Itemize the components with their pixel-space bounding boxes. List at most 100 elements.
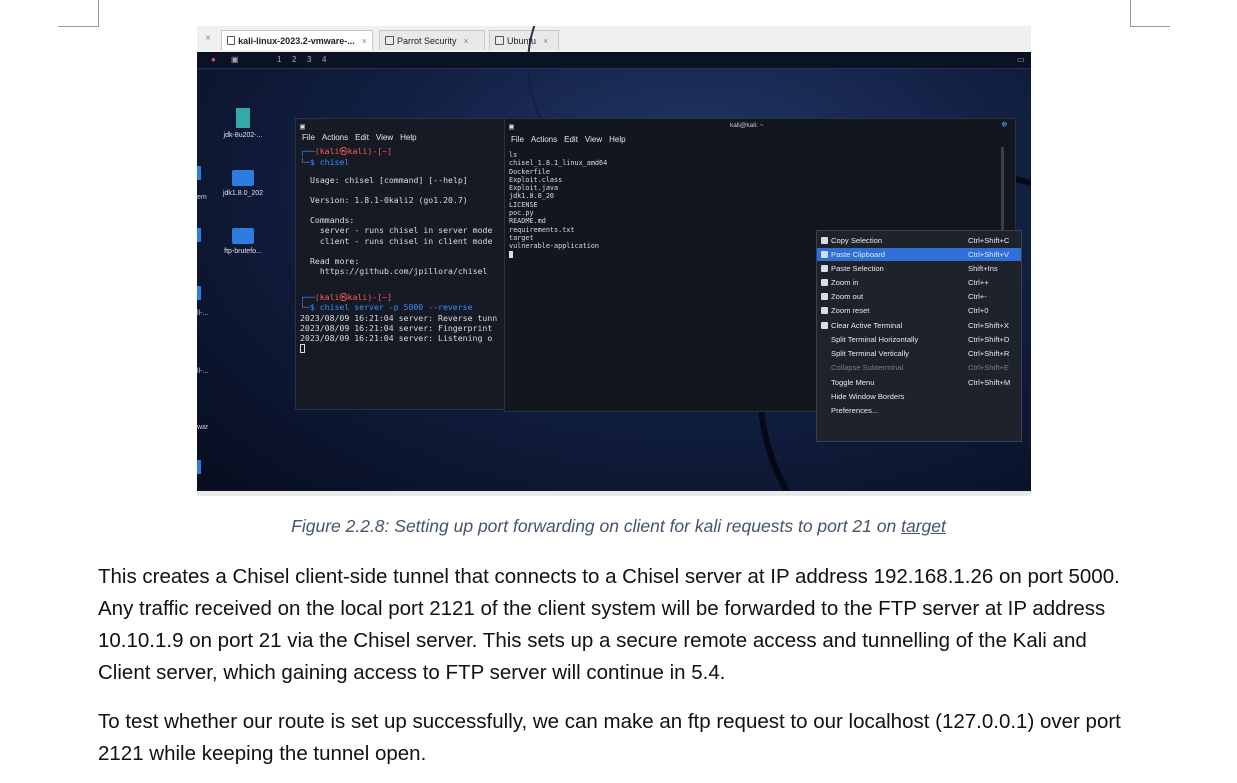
output-line: vulnerable-application	[509, 242, 600, 251]
vm-icon	[227, 36, 236, 45]
folder-icon	[232, 170, 254, 186]
vm-icon	[495, 36, 504, 45]
menu-help[interactable]: Help	[400, 133, 416, 142]
menu-item-paste-clipboard[interactable]: Paste Clipboard Ctrl+Shift+V	[817, 248, 1021, 261]
menu-actions[interactable]: Actions	[322, 133, 348, 142]
tab-label: kali-linux-2023.2-vmware-...	[238, 35, 355, 46]
zoom-in-icon	[821, 279, 828, 286]
terminal-output: ┌──(kali㉿kali)-[~] └─$ chisel Usage: chi…	[296, 143, 524, 356]
menu-view[interactable]: View	[585, 135, 602, 144]
menu-file[interactable]: File	[511, 135, 524, 144]
desktop-icon-jdk-archive[interactable]: jdk-8u202-...	[213, 108, 273, 139]
terminal-context-menu: Copy Selection Ctrl+Shift+C Paste Clipboa…	[816, 230, 1022, 442]
clear-icon	[821, 322, 828, 329]
desktop-icon-label: jdk1.8.0_202	[222, 190, 264, 197]
output-line: Commands:	[310, 215, 355, 226]
close-icon[interactable]: ×	[362, 36, 367, 46]
edge-label: war	[197, 424, 209, 431]
terminal-icon: ▣	[509, 121, 514, 131]
folder-icon	[197, 460, 201, 474]
cursor	[509, 251, 607, 259]
log-line: 2023/08/09 16:21:04 server: Listening o	[300, 333, 493, 344]
folder-icon	[197, 166, 201, 180]
scrollbar[interactable]	[1001, 147, 1004, 237]
terminal-menubar: File Actions Edit View Help	[511, 135, 633, 145]
folder-icon	[197, 286, 201, 300]
firefox-icon[interactable]: ●	[211, 55, 216, 64]
vm-status-strip	[197, 491, 1031, 496]
menu-item-zoom-in[interactable]: Zoom in Ctrl++	[817, 276, 1021, 289]
output-line: Exploit.java	[509, 184, 559, 193]
workspace-2[interactable]: 2	[292, 55, 296, 64]
menu-view[interactable]: View	[376, 133, 393, 142]
output-line: jdk1.8.0_20	[509, 192, 555, 201]
output-line: client - runs chisel in client mode	[310, 235, 493, 246]
close-icon[interactable]: ⊗	[1002, 120, 1007, 130]
tab-parrot[interactable]: Parrot Security ×	[379, 30, 485, 50]
terminal-window-chisel[interactable]: ▣ File Actions Edit View Help ┌──(kali㉿kali)…	[295, 118, 525, 410]
menu-item-clear-active-terminal[interactable]: Clear Active Terminal Ctrl+Shift+X	[817, 319, 1021, 332]
window-icon[interactable]: ▭	[1017, 55, 1025, 64]
workspace-3[interactable]: 3	[307, 55, 311, 64]
close-icon[interactable]: ×	[205, 33, 211, 44]
zoom-reset-icon	[821, 307, 828, 314]
window-title: kali@kali: ~	[730, 122, 764, 129]
output-line: Exploit.class	[509, 175, 563, 184]
menu-item-zoom-reset[interactable]: Zoom reset Ctrl+0	[817, 304, 1021, 317]
menu-item-paste-selection[interactable]: Paste Selection Shift+Ins	[817, 262, 1021, 275]
vm-icon	[385, 36, 394, 45]
log-line: 2023/08/09 16:21:04 server: Fingerprint	[300, 322, 493, 333]
cursor	[300, 343, 520, 354]
output-line: LICENSE	[509, 200, 538, 209]
output-line: ls	[509, 151, 518, 159]
menu-edit[interactable]: Edit	[564, 135, 578, 144]
menu-item-zoom-out[interactable]: Zoom out Ctrl+-	[817, 290, 1021, 303]
output-line: requirements.txt	[509, 225, 575, 234]
vm-screenshot: × kali-linux-2023.2-vmware-... × Parrot …	[197, 26, 1031, 496]
output-line: poc.py	[509, 209, 534, 218]
menu-item-collapse-subterminal[interactable]: Collapse Subterminal Ctrl+Shift+E	[817, 361, 1021, 374]
edge-label: ll-...	[197, 368, 209, 375]
menu-file[interactable]: File	[302, 133, 315, 142]
edge-label: ll-...	[197, 310, 209, 317]
desktop-icon-jdk-folder[interactable]: jdk1.8.0_202	[213, 170, 273, 197]
terminal-output: ls chisel_1.8.1_linux_amd64 Dockerfile E…	[509, 151, 607, 259]
paste-icon	[821, 251, 828, 258]
output-line: Dockerfile	[509, 167, 550, 176]
desktop-icon-label: ftp-brutefo...	[224, 248, 262, 255]
terminal-menubar: File Actions Edit View Help	[296, 133, 524, 143]
folder-icon	[197, 228, 201, 242]
figure-caption: Figure 2.2.8: Setting up port forwarding…	[0, 516, 1237, 537]
menu-help[interactable]: Help	[609, 135, 625, 144]
menu-item-split-vertically[interactable]: Split Terminal Vertically Ctrl+Shift+R	[817, 347, 1021, 360]
crop-mark-top-right	[1130, 0, 1170, 27]
caption-link[interactable]: target	[901, 516, 946, 536]
body-paragraph: To test whether our route is set up succ…	[98, 710, 1121, 765]
log-line: 2023/08/09 16:21:04 server: Reverse tunn	[300, 312, 498, 323]
output-line: README.md	[509, 217, 546, 226]
output-line: Read more:	[310, 255, 360, 266]
workspace-1[interactable]: 1	[277, 55, 281, 64]
desktop-icon-ftp-folder[interactable]: ftp-brutefo...	[213, 228, 273, 255]
tab-kali[interactable]: kali-linux-2023.2-vmware-... ×	[221, 30, 373, 50]
menu-item-copy-selection[interactable]: Copy Selection Ctrl+Shift+C	[817, 234, 1021, 247]
menu-item-hide-window-borders[interactable]: Hide Window Borders	[817, 390, 1021, 403]
terminal-icon[interactable]: ▣	[231, 55, 239, 64]
menu-actions[interactable]: Actions	[531, 135, 557, 144]
menu-item-toggle-menu[interactable]: Toggle Menu Ctrl+Shift+M	[817, 376, 1021, 389]
output-line: https://github.com/jpillora/chisel	[310, 266, 488, 277]
prompt-line: ┌──(kali㉿kali)-[~]	[300, 292, 392, 303]
output-line: chisel_1.8.1_linux_amd64	[509, 159, 608, 168]
edge-label: em	[197, 194, 207, 201]
prompt-line: ┌──(kali㉿kali)-[~]	[300, 146, 392, 157]
paste-icon	[821, 265, 828, 272]
workspace-4[interactable]: 4	[322, 55, 326, 64]
zoom-out-icon	[821, 293, 828, 300]
command-line: └─$ chisel	[300, 156, 350, 167]
menu-item-preferences[interactable]: Preferences...	[817, 404, 1021, 417]
copy-icon	[821, 237, 828, 244]
close-icon[interactable]: ×	[464, 36, 469, 46]
menu-item-split-horizontally[interactable]: Split Terminal Horizontally Ctrl+Shift+D	[817, 333, 1021, 346]
menu-edit[interactable]: Edit	[355, 133, 369, 142]
kali-desktop: ● ▣ 1 2 3 4 ▭ jdk-8u202-... jdk1.8.0_202…	[197, 26, 1031, 496]
